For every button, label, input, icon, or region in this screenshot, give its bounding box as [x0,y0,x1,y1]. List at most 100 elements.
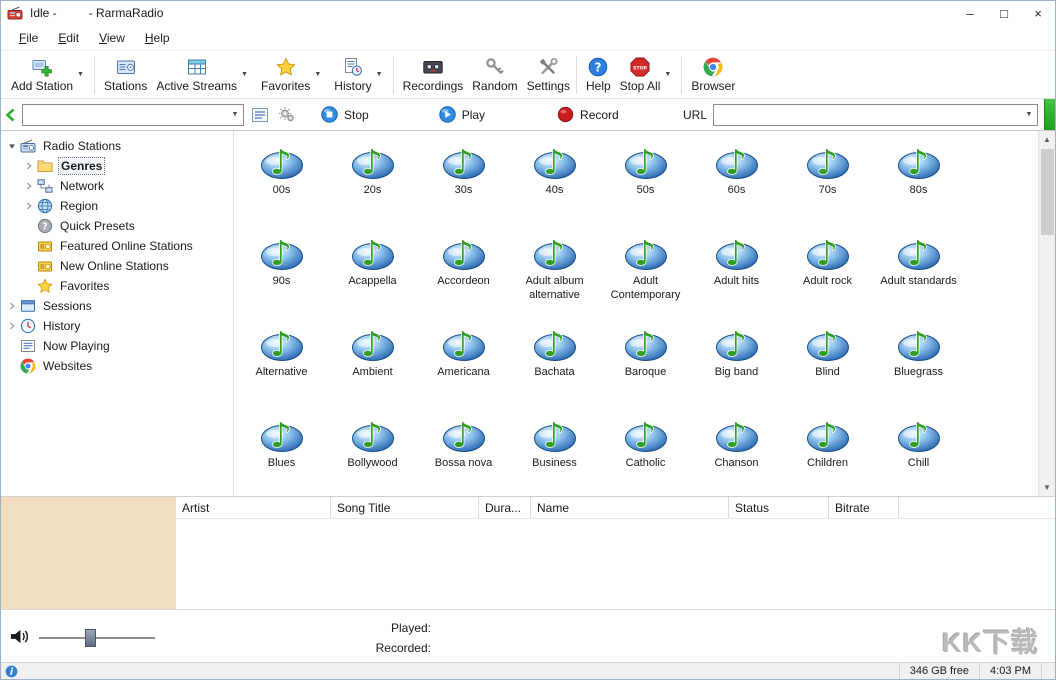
genre-item-20s[interactable]: ♪20s [327,137,418,228]
genre-item-business[interactable]: ♪Business [509,410,600,496]
dropdown-arrow-icon[interactable]: ▼ [73,71,88,78]
play-button[interactable]: Play [439,106,485,123]
toolbar-help-button[interactable]: ?Help [580,55,614,95]
column-header-status[interactable]: Status [729,497,829,518]
sidebar-item-region[interactable]: Region [1,196,233,216]
genre-item-ambient[interactable]: ♪Ambient [327,319,418,410]
volume-slider-handle[interactable] [85,629,96,647]
genre-item-adult-standards[interactable]: ♪Adult standards [873,228,964,319]
update-stations-icon[interactable] [278,106,296,124]
toolbar-browser-button[interactable]: Browser [685,55,738,95]
toolbar-stop-all-button[interactable]: STOPStop All▼ [614,55,679,95]
menu-edit[interactable]: Edit [48,27,89,49]
column-header-name[interactable]: Name [531,497,729,518]
info-icon[interactable]: i [5,665,18,678]
expander-collapsed-icon[interactable] [22,161,36,171]
station-list-icon[interactable] [251,106,269,124]
sidebar-item-quick-presets[interactable]: ?Quick Presets [1,216,233,236]
chevron-down-icon[interactable]: ▼ [227,111,243,118]
expander-collapsed-icon[interactable] [22,181,36,191]
genre-item-baroque[interactable]: ♪Baroque [600,319,691,410]
sidebar-item-genres[interactable]: Genres [1,156,233,176]
toolbar-add-station-button[interactable]: Add Station▼ [5,55,91,95]
genre-item-adult-album-alternative[interactable]: ♪Adult album alternative [509,228,600,319]
genre-item-chanson[interactable]: ♪Chanson [691,410,782,496]
genre-item-acappella[interactable]: ♪Acappella [327,228,418,319]
sidebar-item-websites[interactable]: Websites [1,356,233,376]
menu-view[interactable]: View [89,27,135,49]
genre-item-00s[interactable]: ♪00s [236,137,327,228]
url-input[interactable] [714,108,1021,122]
genre-item-bollywood[interactable]: ♪Bollywood [327,410,418,496]
volume-slider[interactable] [39,637,155,639]
scroll-down-icon[interactable]: ▼ [1039,479,1056,496]
expander-collapsed-icon[interactable] [22,201,36,211]
toolbar-settings-button[interactable]: Settings [521,55,573,95]
url-combobox[interactable]: ▼ [713,104,1038,126]
sidebar-item-sessions[interactable]: Sessions [1,296,233,316]
genre-item-bossa-nova[interactable]: ♪Bossa nova [418,410,509,496]
column-header-artist[interactable]: Artist [176,497,331,518]
genre-item-accordeon[interactable]: ♪Accordeon [418,228,509,319]
stop-button[interactable]: Stop [321,106,369,123]
volume-icon[interactable] [9,627,30,646]
genre-item-30s[interactable]: ♪30s [418,137,509,228]
sidebar-item-radio-stations[interactable]: Radio Stations [1,136,233,156]
vertical-scrollbar[interactable]: ▲ ▼ [1038,131,1055,496]
genre-item-50s[interactable]: ♪50s [600,137,691,228]
genre-item-60s[interactable]: ♪60s [691,137,782,228]
sidebar-item-network[interactable]: Network [1,176,233,196]
record-button[interactable]: Record [557,106,619,123]
menu-help[interactable]: Help [135,27,180,49]
genre-item-children[interactable]: ♪Children [782,410,873,496]
toolbar-stations-button[interactable]: Stations [98,55,150,95]
dropdown-arrow-icon[interactable]: ▼ [372,71,387,78]
expander-collapsed-icon[interactable] [5,321,19,331]
genre-item-bluegrass[interactable]: ♪Bluegrass [873,319,964,410]
scrollbar-thumb[interactable] [1041,149,1054,235]
station-search-combobox[interactable]: ▼ [22,104,244,126]
sidebar-item-new-online-stations[interactable]: New Online Stations [1,256,233,276]
column-header-song-title[interactable]: Song Title [331,497,479,518]
genre-item-blind[interactable]: ♪Blind [782,319,873,410]
sidebar-item-history[interactable]: History [1,316,233,336]
expand-panel-handle[interactable] [1044,99,1055,130]
genre-item-big-band[interactable]: ♪Big band [691,319,782,410]
genre-item-adult-contemporary[interactable]: ♪Adult Contemporary [600,228,691,319]
close-button[interactable]: × [1021,1,1055,25]
genre-item-alternative[interactable]: ♪Alternative [236,319,327,410]
back-button[interactable] [3,106,19,124]
dropdown-arrow-icon[interactable]: ▼ [237,71,252,78]
genre-item-80s[interactable]: ♪80s [873,137,964,228]
expander-collapsed-icon[interactable] [5,301,19,311]
toolbar-active-streams-button[interactable]: Active Streams▼ [150,55,255,95]
expander-expanded-icon[interactable] [5,141,19,151]
genre-item-americana[interactable]: ♪Americana [418,319,509,410]
toolbar-favorites-button[interactable]: Favorites▼ [255,55,328,95]
toolbar-random-button[interactable]: Random [466,55,520,95]
toolbar-history-button[interactable]: History▼ [328,55,389,95]
genre-item-chill[interactable]: ♪Chill [873,410,964,496]
dropdown-arrow-icon[interactable]: ▼ [310,71,325,78]
genre-item-90s[interactable]: ♪90s [236,228,327,319]
chevron-down-icon[interactable]: ▼ [1021,111,1037,118]
column-header-dura[interactable]: Dura... [479,497,531,518]
genre-item-adult-rock[interactable]: ♪Adult rock [782,228,873,319]
station-search-input[interactable] [23,108,227,122]
genre-item-bachata[interactable]: ♪Bachata [509,319,600,410]
genre-item-40s[interactable]: ♪40s [509,137,600,228]
sidebar-item-now-playing[interactable]: Now Playing [1,336,233,356]
genre-item-catholic[interactable]: ♪Catholic [600,410,691,496]
sidebar-item-favorites[interactable]: Favorites [1,276,233,296]
minimize-button[interactable]: – [953,1,987,25]
genre-item-adult-hits[interactable]: ♪Adult hits [691,228,782,319]
menu-file[interactable]: File [9,27,48,49]
scroll-up-icon[interactable]: ▲ [1039,131,1056,148]
column-header-bitrate[interactable]: Bitrate [829,497,899,518]
maximize-button[interactable]: □ [987,1,1021,25]
genre-item-70s[interactable]: ♪70s [782,137,873,228]
dropdown-arrow-icon[interactable]: ▼ [660,71,675,78]
genre-item-blues[interactable]: ♪Blues [236,410,327,496]
sidebar-item-featured-online-stations[interactable]: Featured Online Stations [1,236,233,256]
toolbar-recordings-button[interactable]: Recordings [397,55,467,95]
